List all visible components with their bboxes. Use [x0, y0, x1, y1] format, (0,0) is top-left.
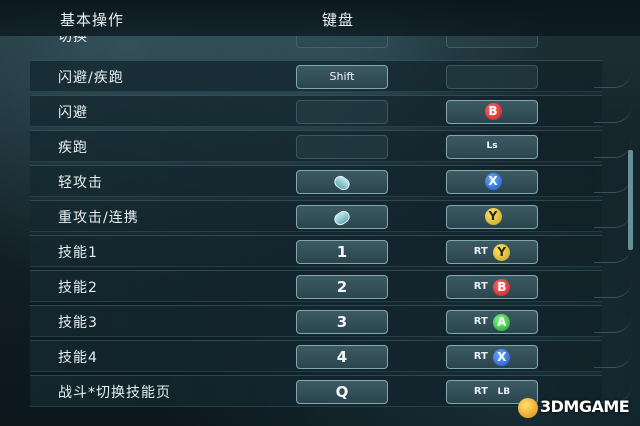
header-bar: 基本操作 键盘 [0, 0, 640, 36]
pad-slot[interactable]: RT X [446, 345, 538, 369]
lb-bumper-icon: LB [497, 387, 511, 397]
key-slot[interactable] [296, 170, 388, 194]
header-basic-ops: 基本操作 [60, 11, 125, 29]
binding-row-dodge[interactable]: 闪避 B [30, 95, 632, 127]
key-slot[interactable]: 2 [296, 275, 388, 299]
y-button-icon: Y [484, 207, 502, 225]
pad-slot[interactable]: RT Y [446, 240, 538, 264]
binding-row-skill-1[interactable]: 技能1 1 RT Y [30, 235, 632, 267]
binding-row-skill-3[interactable]: 技能3 3 RT A [30, 305, 632, 337]
partial-key-slot[interactable] [296, 36, 388, 48]
pad-slot[interactable] [446, 65, 538, 89]
action-label: 闪避 [58, 105, 88, 121]
key-slot[interactable]: Q [296, 380, 388, 404]
action-label: 战斗*切换技能页 [58, 385, 171, 401]
key-slot[interactable] [296, 100, 388, 124]
action-label: 技能1 [58, 245, 98, 261]
rt-trigger-icon: RT [473, 351, 488, 362]
rt-trigger-icon: RT [473, 386, 488, 397]
action-label: 闪避/疾跑 [58, 70, 124, 86]
binding-row-sprint[interactable]: 疾跑 Ls [30, 130, 632, 162]
key-slot[interactable]: 1 [296, 240, 388, 264]
scrollbar[interactable] [628, 150, 633, 250]
left-stick-icon: Ls [486, 141, 498, 151]
action-label: 疾跑 [58, 140, 88, 156]
action-label: 重攻击/连携 [58, 210, 139, 226]
b-button-icon: B [484, 102, 502, 120]
partial-row-label: 切换 [58, 36, 88, 45]
mouse-right-icon [332, 207, 352, 228]
x-button-icon: X [493, 348, 511, 366]
watermark-text: 3DMGAME [540, 397, 630, 416]
y-button-icon: Y [493, 243, 511, 261]
a-button-icon: A [493, 313, 511, 331]
action-label: 技能2 [58, 280, 98, 296]
key-slot[interactable]: Shift [296, 65, 388, 89]
action-label: 轻攻击 [58, 175, 103, 191]
mouse-left-icon [332, 172, 352, 193]
binding-row-dodge-sprint[interactable]: 闪避/疾跑 Shift [30, 60, 632, 92]
key-slot[interactable] [296, 135, 388, 159]
binding-row-skill-2[interactable]: 技能2 2 RT B [30, 270, 632, 302]
pad-slot[interactable]: B [446, 100, 538, 124]
key-slot[interactable] [296, 205, 388, 229]
header-keyboard: 键盘 [322, 11, 355, 29]
pad-slot[interactable]: RT A [446, 310, 538, 334]
b-button-icon: B [493, 278, 511, 296]
pad-slot[interactable]: Y [446, 205, 538, 229]
key-slot[interactable]: 4 [296, 345, 388, 369]
rt-trigger-icon: RT [473, 316, 488, 327]
rt-trigger-icon: RT [473, 281, 488, 292]
key-slot[interactable]: 3 [296, 310, 388, 334]
pad-slot[interactable]: X [446, 170, 538, 194]
action-label: 技能3 [58, 315, 98, 331]
pad-slot[interactable]: RT B [446, 275, 538, 299]
binding-row-light-attack[interactable]: 轻攻击 X [30, 165, 632, 197]
action-label: 技能4 [58, 350, 98, 366]
partial-row: 切换 [30, 36, 602, 50]
partial-pad-slot[interactable] [446, 36, 538, 48]
binding-row-switch-skill-page[interactable]: 战斗*切换技能页 Q RT LB [30, 375, 632, 407]
pad-slot[interactable]: Ls [446, 135, 538, 159]
watermark: 3DMGAME [518, 397, 630, 418]
rt-trigger-icon: RT [473, 246, 488, 257]
binding-row-skill-4[interactable]: 技能4 4 RT X [30, 340, 632, 372]
watermark-logo-icon [518, 397, 538, 418]
x-button-icon: X [484, 172, 502, 190]
binding-row-heavy-attack[interactable]: 重攻击/连携 Y [30, 200, 632, 232]
